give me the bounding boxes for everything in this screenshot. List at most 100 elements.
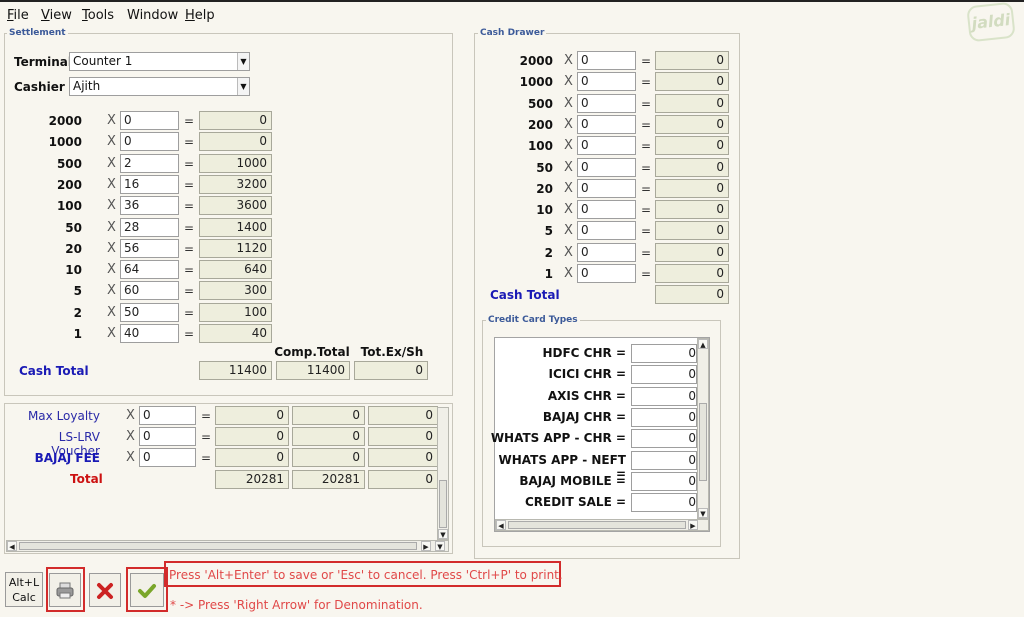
other-tenders-vscroll[interactable]: ▼	[437, 407, 449, 540]
equals-sign: =	[184, 241, 195, 256]
scroll-down-icon[interactable]: ▼	[698, 508, 708, 518]
cancel-button[interactable]	[89, 573, 121, 607]
denomination-qty-input[interactable]: 2	[120, 153, 179, 173]
chevron-down-icon[interactable]: ▼	[237, 78, 249, 95]
denomination-qty-input[interactable]: 36	[120, 196, 179, 216]
drawer-amount: 0	[655, 51, 729, 70]
denomination-qty-input[interactable]: 60	[120, 281, 179, 301]
credit-card-amount-input[interactable]: 0	[631, 429, 697, 449]
other-tenders-hscroll[interactable]: ◀ ▶ ▼	[6, 540, 449, 552]
menu-window[interactable]: Window	[127, 8, 178, 23]
multiply-sign: X	[564, 266, 573, 281]
credit-card-label: BAJAJ CHR =	[542, 409, 626, 424]
grand-total-ex: 0	[368, 470, 438, 489]
drawer-cash-total-label: Cash Total	[490, 288, 560, 302]
bajaj-fee-qty-input[interactable]: 0	[139, 448, 196, 468]
multiply-sign: X	[564, 180, 573, 196]
denomination-qty-input[interactable]: 0	[120, 111, 179, 130]
equals-sign: =	[641, 117, 652, 132]
drawer-qty-input[interactable]: 0	[577, 114, 636, 134]
drawer-qty-input[interactable]: 0	[577, 221, 636, 241]
chevron-down-icon[interactable]: ▼	[237, 53, 249, 70]
scroll-thumb[interactable]	[699, 403, 707, 481]
settlement-title: Settlement	[7, 28, 68, 38]
terminal-select[interactable]: Counter 1 ▼	[69, 52, 250, 71]
multiply-sign: X	[107, 304, 116, 320]
multiply-sign: X	[107, 134, 116, 150]
scroll-left-icon[interactable]: ◀	[7, 541, 17, 551]
drawer-amount: 0	[655, 136, 729, 156]
credit-card-vscroll[interactable]: ▲ ▼	[697, 338, 709, 519]
credit-card-amount-input[interactable]: 0	[631, 450, 697, 470]
denomination-qty-input[interactable]: 40	[120, 324, 179, 343]
max-loyalty-tot-ex: 0	[368, 406, 438, 425]
drawer-qty-input[interactable]: 0	[577, 264, 636, 283]
credit-card-label: WHATS APP - CHR =	[490, 431, 626, 446]
denomination-qty-input[interactable]: 16	[120, 174, 179, 194]
menu-file[interactable]: File	[7, 8, 29, 23]
calc-button[interactable]: Alt+L Calc	[5, 572, 43, 607]
denomination-qty-input[interactable]: 0	[120, 132, 179, 152]
credit-card-hscroll[interactable]: ◀ ▶	[495, 519, 709, 531]
scroll-thumb[interactable]	[19, 542, 417, 550]
print-button[interactable]	[49, 573, 81, 607]
scroll-up-icon[interactable]: ▲	[698, 339, 708, 349]
settlement-cash-total-label: Cash Total	[19, 364, 89, 378]
grand-total-amount: 20281	[215, 470, 289, 489]
denomination-qty-input[interactable]: 64	[120, 260, 179, 280]
credit-card-amount-input[interactable]: 0	[631, 493, 697, 513]
drawer-cash-total: 0	[655, 285, 729, 304]
save-button[interactable]	[130, 573, 164, 607]
credit-card-title: Credit Card Types	[486, 315, 580, 325]
max-loyalty-label: Max Loyalty	[27, 409, 100, 423]
menu-help-mnemonic: H	[185, 8, 195, 23]
credit-card-amount-input[interactable]: 0	[631, 471, 697, 491]
drawer-qty-input[interactable]: 0	[577, 51, 636, 70]
denomination-qty-input[interactable]: 28	[120, 217, 179, 237]
max-loyalty-qty-input[interactable]: 0	[139, 406, 196, 425]
bajaj-fee-tot-ex: 0	[368, 448, 438, 468]
menu-help[interactable]: Help	[185, 8, 215, 23]
app-logo: jaldi	[966, 1, 1016, 43]
scroll-right-icon[interactable]: ▶	[421, 541, 431, 551]
denomination-label: 2000	[48, 114, 82, 128]
menu-tools[interactable]: Tools	[82, 8, 114, 23]
multiply-sign: X	[564, 138, 573, 154]
drawer-qty-input[interactable]: 0	[577, 136, 636, 156]
multiply-sign: X	[126, 408, 135, 423]
credit-card-amount-input[interactable]: 0	[631, 344, 697, 363]
grand-total-comp: 20281	[292, 470, 365, 489]
multiply-sign: X	[564, 53, 573, 68]
denomination-label: 20	[65, 241, 82, 256]
scroll-thumb[interactable]	[508, 521, 686, 529]
cashier-select[interactable]: Ajith ▼	[69, 77, 250, 96]
credit-card-amount-input[interactable]: 0	[631, 386, 697, 406]
scroll-down-icon[interactable]: ▼	[438, 529, 448, 539]
credit-card-amount-input[interactable]: 0	[631, 365, 697, 385]
denomination-amount: 300	[199, 281, 272, 301]
drawer-qty-input[interactable]: 0	[577, 93, 636, 113]
drawer-amount: 0	[655, 114, 729, 134]
menu-view[interactable]: View	[41, 8, 72, 23]
drawer-amount: 0	[655, 242, 729, 262]
multiply-sign: X	[564, 244, 573, 260]
multiply-sign: X	[564, 74, 573, 90]
drawer-qty-input[interactable]: 0	[577, 200, 636, 220]
drawer-qty-input[interactable]: 0	[577, 242, 636, 262]
equals-sign: =	[184, 177, 195, 192]
checkmark-icon	[138, 584, 156, 598]
scroll-right-icon[interactable]: ▶	[688, 520, 698, 530]
credit-card-label: ICICI CHR =	[548, 367, 626, 382]
drawer-amount: 0	[655, 221, 729, 241]
scroll-thumb[interactable]	[439, 480, 447, 528]
credit-card-amount-input[interactable]: 0	[631, 407, 697, 427]
ls-lrv-voucher-qty-input[interactable]: 0	[139, 427, 196, 447]
drawer-qty-input[interactable]: 0	[577, 178, 636, 198]
scroll-left-icon[interactable]: ◀	[496, 520, 506, 530]
scroll-down-icon[interactable]: ▼	[435, 541, 445, 551]
denomination-qty-input[interactable]: 50	[120, 302, 179, 322]
drawer-qty-input[interactable]: 0	[577, 157, 636, 177]
denomination-qty-input[interactable]: 56	[120, 238, 179, 258]
drawer-qty-input[interactable]: 0	[577, 72, 636, 92]
denomination-label: 500	[56, 156, 82, 171]
